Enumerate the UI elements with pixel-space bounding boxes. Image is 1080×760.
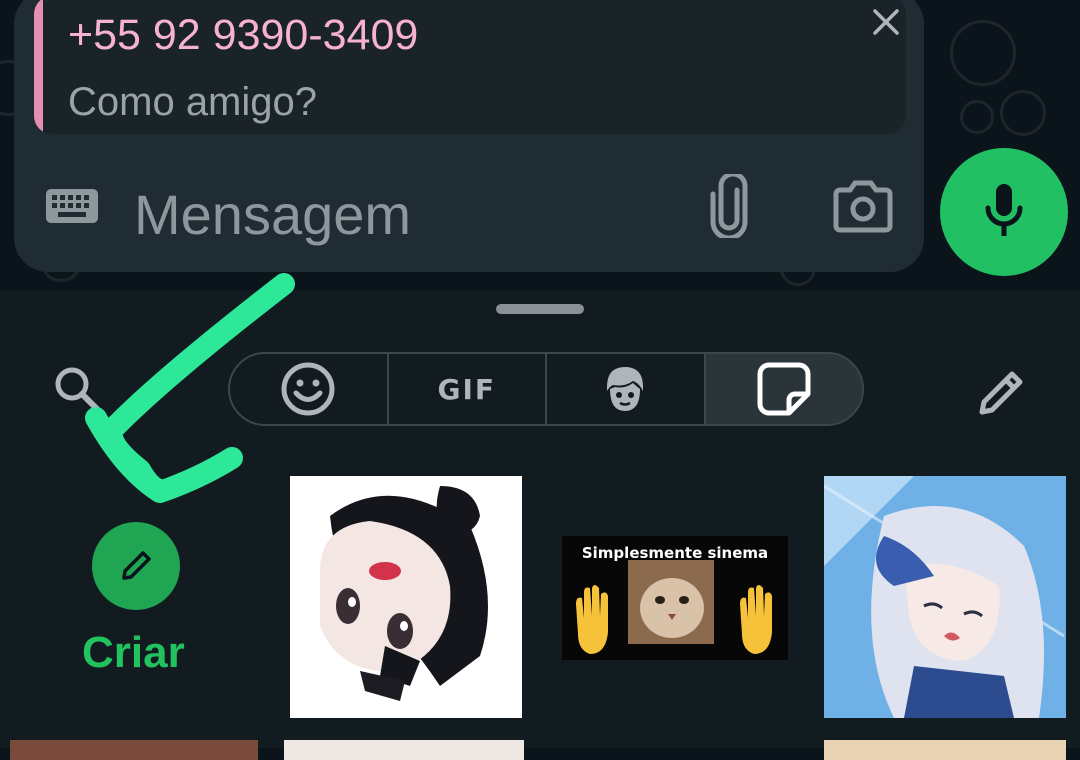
- create-sticker-label: Criar: [82, 628, 185, 677]
- reply-quoted-text: Como amigo?: [68, 80, 318, 124]
- sticker-partial-2[interactable]: [284, 740, 524, 760]
- picker-tabs: GIF: [228, 352, 864, 426]
- reply-preview[interactable]: +55 92 9390-3409 Como amigo?: [34, 0, 906, 134]
- camera-icon[interactable]: [832, 178, 894, 234]
- message-composer: +55 92 9390-3409 Como amigo? Mensagem: [14, 0, 924, 272]
- anime-girl-sticker[interactable]: [290, 476, 522, 718]
- sticker-partial-1[interactable]: [10, 740, 258, 760]
- tab-emoji[interactable]: [230, 354, 389, 424]
- tab-avatar[interactable]: [547, 354, 706, 424]
- microphone-icon: [985, 184, 1023, 236]
- paperclip-icon[interactable]: [704, 171, 754, 241]
- tab-stickers[interactable]: [705, 354, 862, 424]
- message-input-row: Mensagem: [14, 140, 924, 272]
- message-input[interactable]: Mensagem: [134, 182, 411, 247]
- create-sticker-button[interactable]: [92, 522, 180, 610]
- sticker-partial-3[interactable]: [824, 740, 1066, 760]
- sticker-icon: [757, 362, 811, 416]
- emoji-icon: [281, 362, 335, 416]
- close-icon[interactable]: [866, 2, 906, 42]
- reply-accent-bar: [34, 0, 43, 134]
- tab-gif-label: GIF: [437, 372, 497, 406]
- keyboard-icon[interactable]: [44, 185, 100, 229]
- anime-white-hair-sticker[interactable]: [824, 476, 1066, 718]
- pencil-icon[interactable]: [972, 364, 1030, 422]
- pencil-icon: [122, 551, 151, 580]
- search-icon[interactable]: [50, 362, 106, 418]
- reply-sender-name: +55 92 9390-3409: [68, 11, 419, 59]
- microphone-button[interactable]: [940, 148, 1068, 276]
- cat-cinema-sticker[interactable]: Simplesmente sinema: [562, 536, 788, 660]
- tab-gif[interactable]: GIF: [389, 354, 547, 424]
- drag-handle[interactable]: [496, 304, 584, 314]
- avatar-icon: [607, 367, 644, 411]
- media-picker-panel: GIF Criar Simplesmente sinema: [0, 290, 1080, 760]
